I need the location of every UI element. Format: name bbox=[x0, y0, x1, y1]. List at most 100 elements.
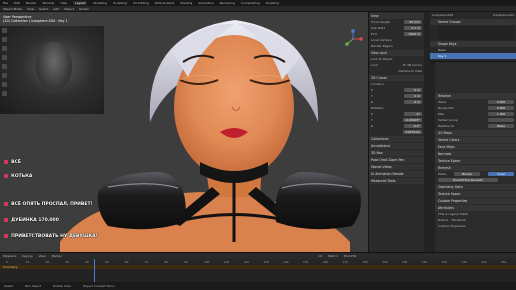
ruler-tick-label: 150 bbox=[303, 259, 309, 264]
chat-line: ВСЁ bbox=[4, 160, 21, 165]
header-menu-add[interactable]: Add bbox=[53, 7, 59, 11]
chat-user-icon bbox=[4, 202, 8, 206]
status-hint: Rotate View bbox=[53, 284, 71, 288]
panel-item-1[interactable]: Stored Views bbox=[369, 164, 424, 170]
workspace-tab-uv-editing[interactable]: UV Editing bbox=[133, 1, 149, 5]
cursor-tool-icon[interactable] bbox=[2, 37, 7, 42]
ruler-tick-label: 70 bbox=[144, 259, 149, 264]
timeline-start-field[interactable]: Start 1 bbox=[328, 254, 338, 258]
workspace-tab-shading[interactable]: Shading bbox=[180, 1, 192, 5]
ruler-tick-label: 0 bbox=[6, 259, 8, 264]
chat-line: КОТЬКА bbox=[4, 174, 32, 179]
header-menu-global[interactable]: Global bbox=[79, 7, 89, 11]
chat-user-icon bbox=[4, 218, 8, 222]
outliner-title[interactable]: Icosphere.004 Icosphere.004 bbox=[430, 12, 516, 18]
timeline-menu-keying[interactable]: Keying bbox=[22, 254, 32, 258]
ruler-tick-label: 170 bbox=[342, 259, 348, 264]
sidebar-n-panel: View Focal Length 50 mm Clip Start 0.1 m E… bbox=[368, 12, 424, 252]
status-hint: Box Select bbox=[25, 284, 42, 288]
custom-properties-header[interactable]: Custom Properties bbox=[430, 198, 516, 204]
3d-viewport[interactable]: User Perspective (10) Collection | Icosp… bbox=[0, 12, 368, 252]
header-menu-select[interactable]: Select bbox=[39, 7, 48, 11]
rotate-tool-icon[interactable] bbox=[2, 55, 7, 60]
workspace-tab-help[interactable]: Help bbox=[60, 1, 67, 5]
ruler-tick-label: 120 bbox=[243, 259, 249, 264]
ruler-tick-label: 40 bbox=[85, 259, 89, 264]
header-menu-object-mode[interactable]: Object Mode bbox=[3, 7, 22, 11]
render-region-row[interactable]: Render Region bbox=[369, 43, 424, 49]
workspace-tab-window[interactable]: Window bbox=[43, 1, 55, 5]
workspace-tab-compositing[interactable]: Compositing bbox=[241, 1, 260, 5]
panel-item-2[interactable]: Ui Animation Render bbox=[369, 171, 424, 177]
status-hint: Select bbox=[4, 284, 14, 288]
workspace-tab-scripting[interactable]: Scripting bbox=[266, 1, 279, 5]
timeline-menu-playback[interactable]: Playback bbox=[3, 254, 16, 258]
ruler-tick-label: 100 bbox=[204, 259, 210, 264]
texture-space-header[interactable]: Texture Space bbox=[430, 158, 516, 164]
workspace-tab-rendering[interactable]: Rendering bbox=[220, 1, 235, 5]
header-menu-view[interactable]: View bbox=[27, 7, 34, 11]
timeline-menu-view[interactable]: View bbox=[38, 254, 45, 258]
custom-properties-row[interactable]: Custom Properties bbox=[430, 223, 516, 229]
scale-tool-icon[interactable] bbox=[2, 64, 7, 69]
ruler-tick-label: 130 bbox=[263, 259, 269, 264]
geometry-data-header[interactable]: Geometry Data bbox=[430, 184, 516, 190]
ruler-tick-label: 160 bbox=[322, 259, 329, 264]
ruler-tick-label: 60 bbox=[124, 259, 129, 264]
chat-line: ВСЁ ОПЯТЬ ПРОСПАЛ, ПРИВЕТ! bbox=[4, 202, 93, 207]
workspace-tab-file[interactable]: File bbox=[3, 1, 8, 5]
face-maps-header[interactable]: Face Maps bbox=[430, 144, 516, 150]
annotations-header[interactable]: Annotations bbox=[369, 143, 424, 149]
navigation-gizmo[interactable] bbox=[342, 28, 364, 50]
timeline-menu-marker[interactable]: Marker bbox=[52, 254, 62, 258]
properties-tabs[interactable] bbox=[430, 62, 435, 252]
measure-tool-icon[interactable] bbox=[2, 91, 7, 96]
rotation-mode[interactable]: XYZ Euler bbox=[369, 129, 424, 135]
timeline-ruler[interactable]: 0 10 20 30 40 50 60 70 80 90 100 110 120 130 140 150 160… bbox=[0, 259, 516, 264]
normals-header[interactable]: Normals bbox=[430, 151, 516, 157]
ruler-tick-label: 230 bbox=[461, 259, 467, 264]
ruler-tick-label: 30 bbox=[65, 259, 69, 264]
ruler-tick-label: 140 bbox=[283, 259, 289, 264]
workspace-tab-texture-paint[interactable]: Texture Paint bbox=[155, 1, 174, 5]
vertex-colors-header[interactable]: Vertex Colors bbox=[430, 137, 516, 143]
object-info: (10) Collection | Icosphere.004 · Key 1 bbox=[3, 19, 68, 24]
uv-maps-header[interactable]: UV Maps bbox=[430, 130, 516, 136]
workspace-tab-animation[interactable]: Animation bbox=[198, 1, 213, 5]
workspace-tab-sculpting[interactable]: Sculpting bbox=[113, 1, 127, 5]
shape-key-1[interactable]: Key 1 bbox=[430, 53, 516, 59]
annotate-tool-icon[interactable] bbox=[2, 82, 7, 87]
quadriflow-button[interactable]: QuadriFlow Remesh bbox=[430, 177, 516, 183]
panel-item-0[interactable]: Pose Orbit Zoom Pan bbox=[369, 157, 424, 163]
header-menu-object[interactable]: Object bbox=[64, 7, 74, 11]
toolbar bbox=[2, 28, 7, 96]
relative-to-row[interactable]: Relative To Basis bbox=[430, 123, 516, 129]
workspace-tab-edit[interactable]: Edit bbox=[14, 1, 20, 5]
ruler-tick-label: 110 bbox=[223, 259, 230, 264]
collections-header[interactable]: Collections bbox=[369, 136, 424, 142]
timeline[interactable]: Playback Keying View Marker 10 Start 1 End 250… bbox=[0, 252, 516, 283]
select-tool-icon[interactable] bbox=[2, 28, 7, 33]
current-frame-field[interactable]: 10 bbox=[318, 254, 322, 258]
ruler-tick-label: 50 bbox=[105, 259, 109, 264]
texture-space-2-header[interactable]: Texture Space bbox=[430, 191, 516, 197]
3d-nav-header[interactable]: 3D Nav bbox=[369, 150, 424, 156]
vertex-groups-header[interactable]: Vertex Groups bbox=[430, 19, 516, 25]
timeline-end-field[interactable]: End 250 bbox=[344, 254, 356, 258]
transform-tool-icon[interactable] bbox=[2, 73, 7, 78]
ruler-tick-label: 90 bbox=[184, 259, 188, 264]
workspace-tab-render[interactable]: Render bbox=[26, 1, 37, 5]
chat-user-icon bbox=[4, 160, 8, 164]
ruler-tick-label: 180 bbox=[362, 259, 368, 264]
ruler-tick-label: 80 bbox=[164, 259, 168, 264]
workspace-tab-layout[interactable]: Layout bbox=[73, 1, 88, 5]
outliner: Icosphere.004 Icosphere.004 Vertex Groups… bbox=[430, 12, 516, 62]
move-tool-icon[interactable] bbox=[2, 46, 7, 51]
vertex-groups-list[interactable] bbox=[438, 26, 514, 40]
camera-to-view-row[interactable]: Camera to View bbox=[369, 68, 424, 74]
timeline-summary: Summary bbox=[0, 265, 516, 269]
panel-item-3[interactable]: Measured Tools bbox=[369, 178, 424, 184]
chat-user-icon bbox=[4, 234, 8, 238]
playhead[interactable] bbox=[94, 259, 95, 283]
workspace-tab-modeling[interactable]: Modeling bbox=[93, 1, 107, 5]
